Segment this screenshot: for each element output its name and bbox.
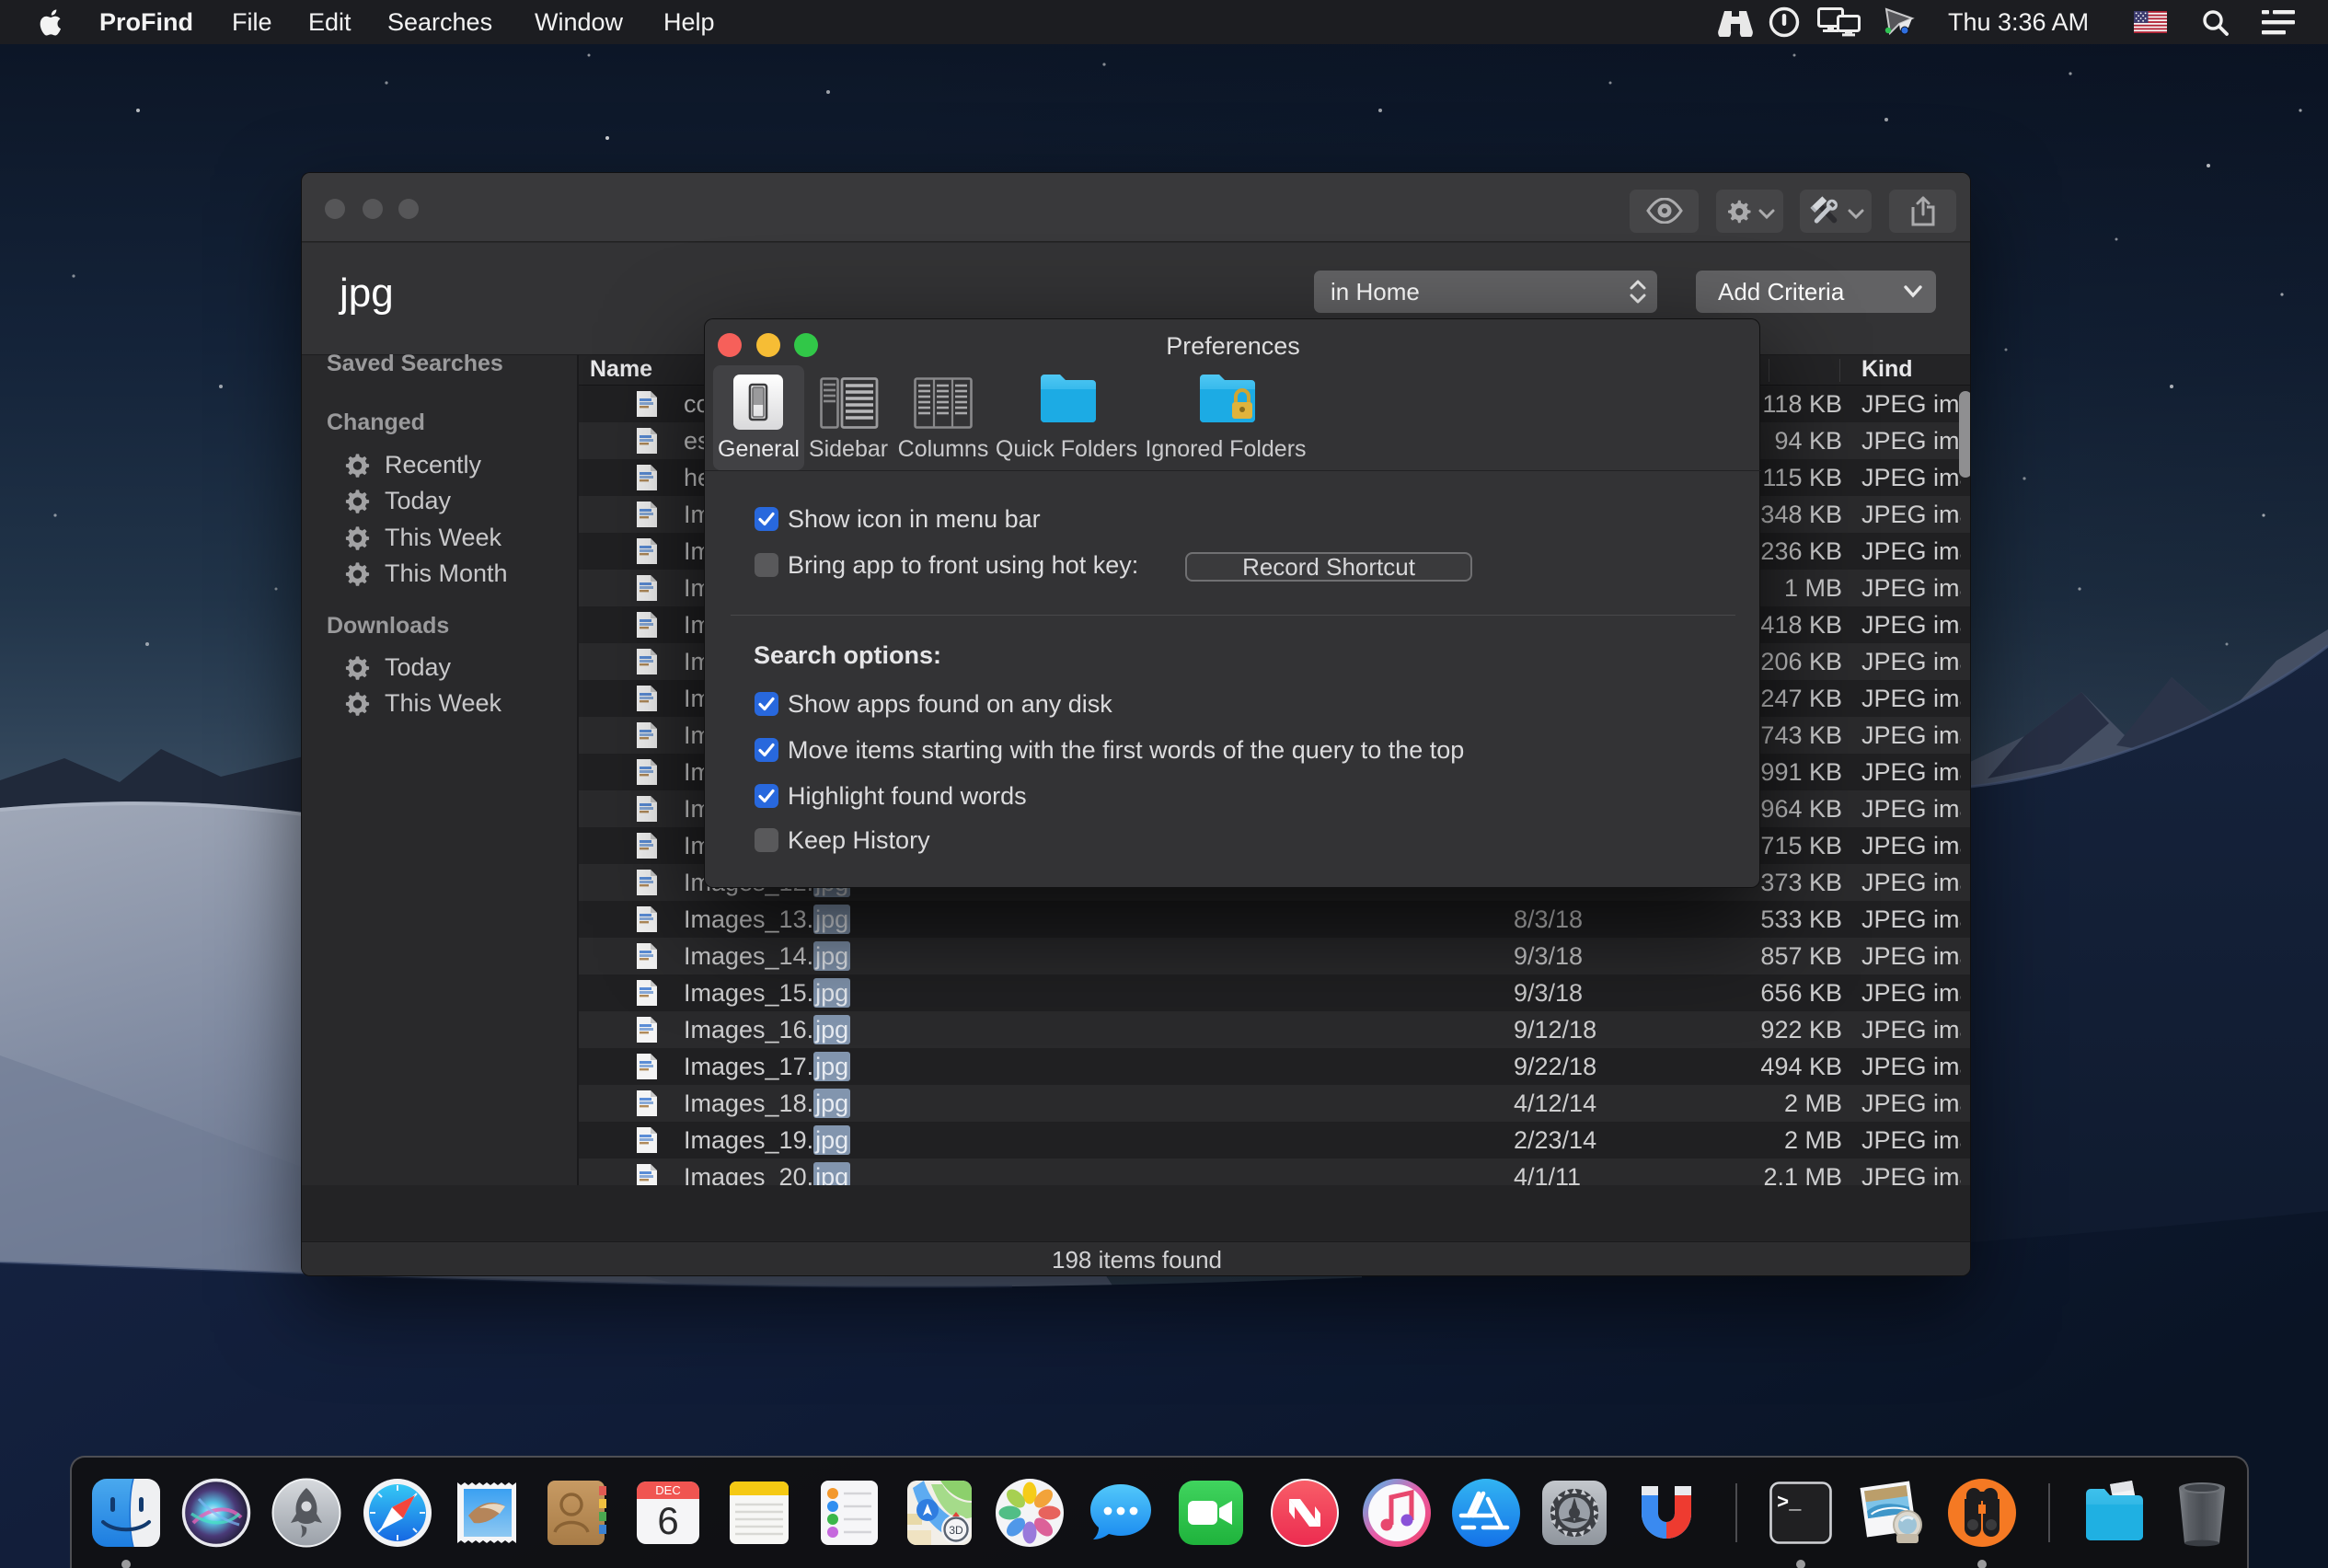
svg-text:6: 6 [657,1499,678,1542]
svg-text:DEC: DEC [655,1483,680,1497]
svg-text:3D: 3D [949,1524,963,1537]
svg-text:>_: >_ [1777,1492,1802,1515]
